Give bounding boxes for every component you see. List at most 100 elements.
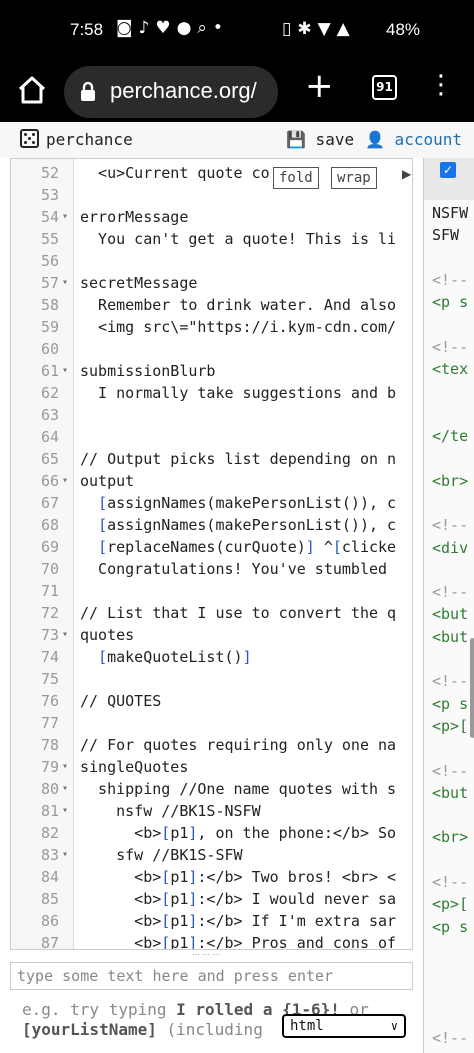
code-line[interactable]: 77	[11, 712, 412, 734]
code-line[interactable]: 54 ▾ errorMessage	[11, 206, 412, 228]
fold-toggle-icon[interactable]: ▾	[62, 844, 68, 866]
preview-line: <!--	[432, 761, 469, 780]
code-line[interactable]: 70 Congratulations! You've stumbled	[11, 558, 412, 580]
code-line[interactable]: 58 Remember to drink water. And also	[11, 294, 412, 316]
code-line[interactable]: 67 [assignNames(makePersonList()), c	[11, 492, 412, 514]
code-line[interactable]: 65 // Output picks list depending on n	[11, 448, 412, 470]
hint-list-name: [yourListName]	[22, 1020, 157, 1039]
fold-toggle-icon[interactable]: ▾	[62, 624, 68, 646]
status-bar: 7:58 ◙♪♥●⌕• ▯✱▼▲ 48%	[0, 0, 474, 60]
line-number: 57	[40, 274, 59, 292]
site-brand-link[interactable]: perchance	[46, 130, 133, 149]
code-line[interactable]: 64	[11, 426, 412, 448]
select-value: html	[290, 1018, 324, 1034]
line-number: 81	[40, 802, 59, 820]
code-line[interactable]: 86 <b>[p1]:</b> If I'm extra sar	[11, 910, 412, 932]
new-tab-icon[interactable]: +	[305, 66, 334, 106]
code-line[interactable]: 61 ▾ submissionBlurb	[11, 360, 412, 382]
dice-icon[interactable]	[20, 129, 39, 148]
code-editor[interactable]: 52 <u>Current quote co 53 54 ▾ errorMessage 5…	[10, 158, 413, 950]
home-icon[interactable]	[14, 72, 50, 108]
fold-button[interactable]: fold	[273, 167, 319, 189]
more-menu-icon[interactable]: ⋮	[428, 70, 454, 100]
line-number: 77	[40, 714, 59, 732]
code-line[interactable]: 85 <b>[p1]:</b> I would never sa	[11, 888, 412, 910]
fold-toggle-icon[interactable]: ▾	[62, 778, 68, 800]
code-text: <b>[p1]:</b> Two bros! <br> <	[80, 868, 397, 886]
preview-line: <!--	[432, 337, 469, 356]
line-number: 65	[40, 450, 59, 468]
account-button[interactable]: 👤 account	[365, 130, 462, 149]
code-text: [assignNames(makePersonList()), c	[98, 516, 397, 534]
line-number: 64	[40, 428, 59, 446]
line-number: 52	[40, 164, 59, 182]
tab-switcher-button[interactable]: 91	[372, 75, 397, 100]
code-line[interactable]: 59 <img src\="https://i.kym-cdn.com/	[11, 316, 412, 338]
code-line[interactable]: 84 <b>[p1]:</b> Two bros! <br> <	[11, 866, 412, 888]
code-text: <img src\="https://i.kym-cdn.com/	[80, 318, 397, 336]
code-line[interactable]: 78 // For quotes requiring only one na	[11, 734, 412, 756]
save-button[interactable]: 💾 save	[286, 130, 354, 149]
code-line[interactable]: 55 You can't get a quote! This is li	[11, 228, 412, 250]
code-text: <b>[p1]:</b> If I'm extra sar	[80, 912, 397, 930]
preview-line: <!--	[432, 1029, 469, 1048]
bottom-input-area: type some text here and press enter e.g.…	[10, 958, 413, 1053]
preview-line: <tex	[432, 360, 469, 379]
address-bar[interactable]: perchance.org/	[64, 66, 278, 118]
code-line[interactable]: 87 <b>[p1]:</b> Pros and cons of	[11, 932, 412, 949]
line-number: 68	[40, 516, 59, 534]
code-line[interactable]: 68 [assignNames(makePersonList()), c	[11, 514, 412, 536]
code-text: [assignNames(makePersonList()), c	[98, 494, 397, 512]
code-line[interactable]: 66 ▾ output	[11, 470, 412, 492]
expand-arrow-icon[interactable]: ▶	[402, 167, 411, 181]
scrollbar[interactable]	[470, 638, 474, 738]
preview-line: <!--	[432, 583, 469, 602]
code-line[interactable]: 74 [makeQuoteList()]	[11, 646, 412, 668]
chevron-down-icon: ∨	[390, 1019, 398, 1033]
code-text: secretMessage	[80, 274, 198, 292]
code-line[interactable]: 69 [replaceNames(curQuote)] ^[clicke	[11, 536, 412, 558]
battery-level: 48%	[386, 20, 421, 39]
resize-handle[interactable]: ⋯⋯⋯	[192, 950, 232, 959]
fold-toggle-icon[interactable]: ▾	[62, 800, 68, 822]
line-number: 73	[40, 626, 59, 644]
lock-icon	[80, 81, 96, 102]
code-line[interactable]: 72 // List that I use to convert the q	[11, 602, 412, 624]
fold-toggle-icon[interactable]: ▾	[62, 360, 68, 382]
code-text: // List that I use to convert the q	[80, 604, 397, 622]
preview-line: </te	[432, 427, 469, 445]
line-number: 75	[40, 670, 59, 688]
code-line[interactable]: 57 ▾ secretMessage	[11, 272, 412, 294]
code-line[interactable]: 80 ▾ shipping //One name quotes with s	[11, 778, 412, 800]
fold-toggle-icon[interactable]: ▾	[62, 470, 68, 492]
code-line[interactable]: 71	[11, 580, 412, 602]
code-line[interactable]: 62 I normally take suggestions and b	[11, 382, 412, 404]
code-line[interactable]: 75	[11, 668, 412, 690]
checkbox-icon[interactable]: ✓	[440, 162, 456, 178]
line-number: 79	[40, 758, 59, 776]
url-text: perchance.org/	[110, 78, 257, 103]
code-line[interactable]: 73 ▾ quotes	[11, 624, 412, 646]
code-line[interactable]: 60	[11, 338, 412, 360]
preview-panel[interactable]: ✓ NSFW SFW <!-- <p s <!-- <tex </te <br> <!-- <di…	[423, 158, 474, 1053]
code-line[interactable]: 76 // QUOTES	[11, 690, 412, 712]
wrap-button[interactable]: wrap	[331, 167, 377, 189]
fold-toggle-icon[interactable]: ▾	[62, 272, 68, 294]
line-number: 54	[40, 208, 59, 226]
code-line[interactable]: 63	[11, 404, 412, 426]
code-line[interactable]: 79 ▾ singleQuotes	[11, 756, 412, 778]
code-text: Remember to drink water. And also	[80, 296, 397, 314]
preview-line: <p s	[432, 293, 469, 312]
output-mode-select[interactable]: html ∨	[282, 1014, 406, 1038]
fold-toggle-icon[interactable]: ▾	[62, 206, 68, 228]
preview-line: <but	[432, 605, 469, 624]
fold-toggle-icon[interactable]: ▾	[62, 756, 68, 778]
line-number: 71	[40, 582, 59, 600]
code-text: singleQuotes	[80, 758, 189, 776]
test-input[interactable]: type some text here and press enter	[10, 962, 413, 990]
line-number: 78	[40, 736, 59, 754]
code-line[interactable]: 56	[11, 250, 412, 272]
code-line[interactable]: 81 ▾ nsfw //BK1S-NSFW	[11, 800, 412, 822]
code-line[interactable]: 83 ▾ sfw //BK1S-SFW	[11, 844, 412, 866]
code-line[interactable]: 82 <b>[p1], on the phone:</b> So	[11, 822, 412, 844]
